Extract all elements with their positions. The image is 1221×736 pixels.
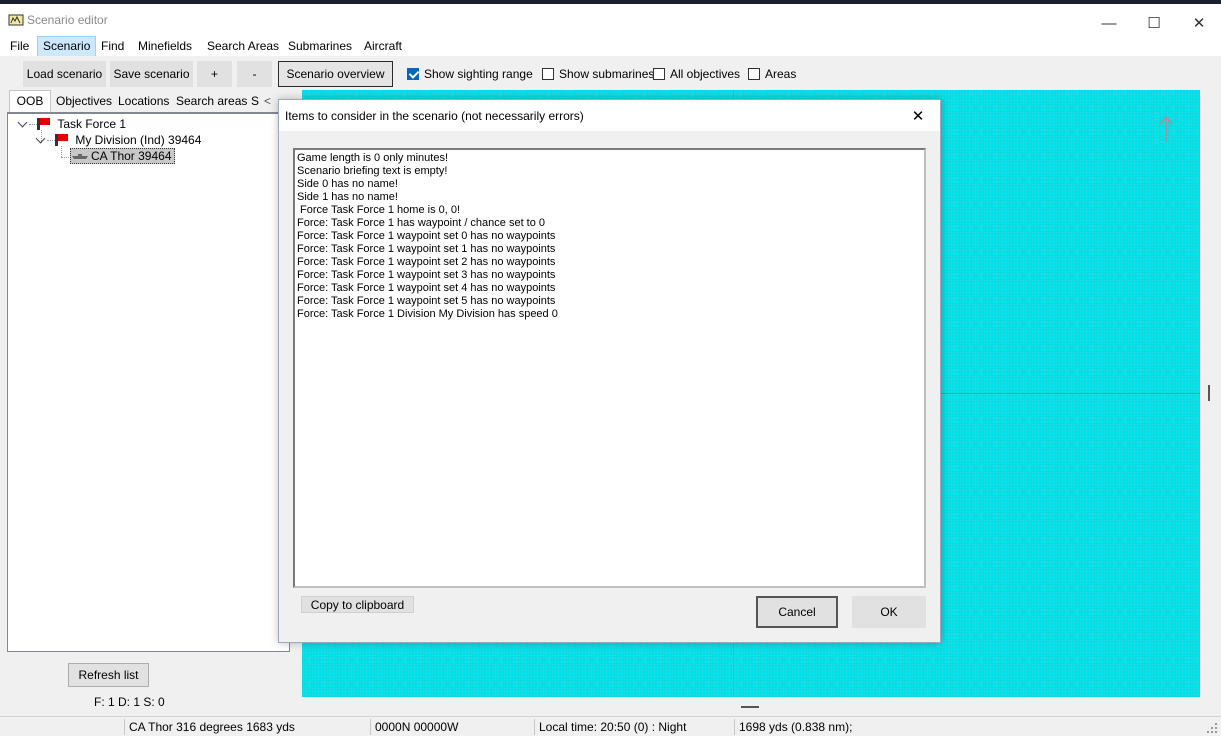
message-line: Force: Task Force 1 waypoint set 5 has n… — [297, 295, 556, 307]
dialog-title-bar: Items to consider in the scenario (not n… — [279, 100, 940, 131]
scenario-overview-button[interactable]: Scenario overview — [278, 61, 393, 87]
message-line: Scenario briefing text is empty! — [297, 165, 448, 177]
status-ship-info: CA Thor 316 degrees 1683 yds — [124, 719, 369, 735]
dialog-title: Items to consider in the scenario (not n… — [285, 109, 584, 123]
map-grid-line — [940, 393, 1200, 394]
areas-checkbox[interactable]: Areas — [748, 67, 796, 81]
app-icon — [8, 14, 24, 26]
checkbox-label: Show sighting range — [424, 67, 533, 81]
expand-chevron-icon[interactable] — [35, 133, 46, 144]
message-line: Force: Task Force 1 Division My Division… — [297, 308, 558, 320]
menu-search-areas[interactable]: Search Areas — [202, 36, 284, 56]
window-title: Scenario editor — [27, 13, 108, 27]
menu-minefields[interactable]: Minefields — [133, 36, 197, 56]
menu-submarines[interactable]: Submarines — [283, 36, 357, 56]
flag-icon — [55, 134, 68, 146]
tab-search-areas[interactable]: Search areas — [176, 91, 247, 111]
minimize-button[interactable]: — — [1086, 8, 1132, 38]
tab-scroll-left-icon[interactable]: < — [264, 91, 271, 111]
ok-button[interactable]: OK — [852, 596, 926, 628]
tree-node-division[interactable]: My Division (Ind) 39464 — [55, 133, 201, 147]
message-line: Force Task Force 1 home is 0, 0! — [297, 204, 461, 216]
flag-icon — [37, 118, 50, 130]
message-line: Side 0 has no name! — [297, 178, 398, 190]
maximize-button[interactable]: ☐ — [1131, 8, 1177, 38]
horizontal-splitter-handle[interactable] — [741, 706, 759, 708]
force-name: Task Force 1 — [57, 117, 127, 131]
menu-scenario[interactable]: Scenario — [37, 36, 97, 58]
checkbox-label: Areas — [765, 67, 797, 81]
tab-objectives[interactable]: Objectives — [56, 91, 112, 111]
message-line: Force: Task Force 1 waypoint set 1 has n… — [297, 243, 556, 255]
status-position: 0000N 00000W — [370, 719, 535, 735]
status-bar: CA Thor 316 degrees 1683 yds 0000N 00000… — [0, 716, 1221, 736]
message-line: Game length is 0 only minutes! — [297, 152, 449, 164]
toolbar: Load scenario Save scenario + - Scenario… — [0, 56, 1221, 90]
zoom-in-button[interactable]: + — [197, 61, 232, 87]
resize-grip-icon[interactable] — [1207, 723, 1217, 733]
vertical-splitter-handle[interactable] — [1208, 385, 1210, 401]
ship-icon — [72, 154, 88, 159]
menu-bar: File Scenario Find Minefields Search Are… — [0, 36, 1221, 58]
message-line: Force: Task Force 1 waypoint set 3 has n… — [297, 269, 556, 281]
status-local-time: Local time: 20:50 (0) : Night — [534, 719, 735, 735]
refresh-list-button[interactable]: Refresh list — [68, 663, 149, 687]
zoom-out-button[interactable]: - — [237, 61, 272, 87]
checkbox-unchecked-icon — [748, 68, 760, 80]
message-line: Side 1 has no name! — [297, 191, 398, 203]
force-counts: F: 1 D: 1 S: 0 — [94, 695, 165, 709]
overview-dialog: Items to consider in the scenario (not n… — [278, 99, 941, 643]
checkbox-unchecked-icon — [653, 68, 665, 80]
expand-chevron-icon[interactable] — [17, 117, 28, 128]
menu-aircraft[interactable]: Aircraft — [359, 36, 407, 56]
left-panel-tabs: OOB Objectives Locations Search areas S … — [7, 90, 290, 113]
load-scenario-button[interactable]: Load scenario — [23, 61, 106, 87]
menu-file[interactable]: File — [5, 36, 34, 56]
checkbox-label: All objectives — [670, 67, 741, 81]
oob-tree[interactable]: Task Force 1 My Division (Ind) 39464 CA … — [7, 112, 290, 652]
dialog-close-button[interactable]: ✕ — [905, 104, 931, 128]
message-line: Force: Task Force 1 has waypoint / chanc… — [297, 217, 546, 229]
close-icon: ✕ — [911, 108, 925, 125]
division-name: My Division (Ind) 39464 — [75, 133, 202, 147]
menu-find[interactable]: Find — [96, 36, 129, 56]
message-line: Force: Task Force 1 waypoint set 4 has n… — [297, 282, 556, 294]
maximize-icon: ☐ — [1147, 15, 1161, 32]
tab-s[interactable]: S — [251, 91, 259, 111]
tab-locations[interactable]: Locations — [118, 91, 169, 111]
copy-to-clipboard-button[interactable]: Copy to clipboard — [301, 596, 414, 613]
tree-node-force[interactable]: Task Force 1 — [37, 117, 126, 131]
tab-oob[interactable]: OOB — [9, 90, 51, 113]
save-scenario-button[interactable]: Save scenario — [110, 61, 193, 87]
title-bar: Scenario editor — ☐ ✕ — [0, 4, 1221, 36]
message-line: Force: Task Force 1 waypoint set 0 has n… — [297, 230, 556, 242]
cancel-button[interactable]: Cancel — [756, 596, 838, 628]
close-window-button[interactable]: ✕ — [1176, 8, 1221, 38]
all-objectives-checkbox[interactable]: All objectives — [653, 67, 740, 81]
minimize-icon: — — [1101, 14, 1117, 32]
north-arrow-icon — [1159, 115, 1173, 141]
show-submarines-checkbox[interactable]: Show submarines — [542, 67, 654, 81]
checkbox-label: Show submarines — [559, 67, 655, 81]
close-icon: ✕ — [1192, 15, 1206, 32]
status-range: 1698 yds (0.838 nm); — [734, 719, 1039, 735]
show-sighting-range-checkbox[interactable]: Show sighting range — [407, 67, 533, 81]
tree-node-ship[interactable]: CA Thor 39464 — [70, 148, 175, 164]
checkbox-unchecked-icon — [542, 68, 554, 80]
checkbox-checked-icon — [407, 68, 419, 80]
messages-textbox[interactable]: Game length is 0 only minutes! Scenario … — [293, 148, 926, 588]
message-line: Force: Task Force 1 waypoint set 2 has n… — [297, 256, 556, 268]
